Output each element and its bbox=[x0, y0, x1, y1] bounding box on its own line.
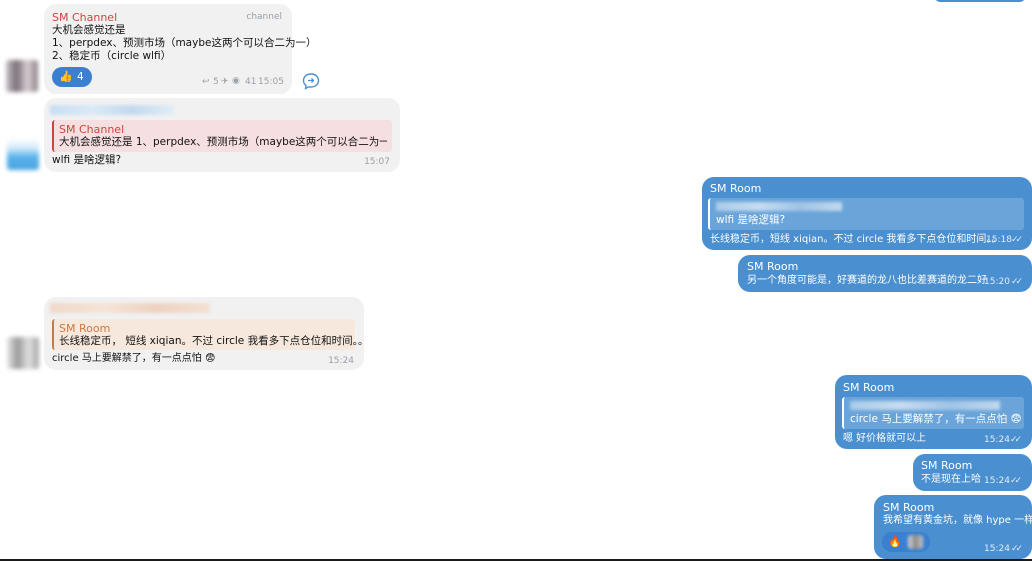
sender-name-blurred bbox=[50, 105, 174, 115]
sender-name[interactable]: SM Room bbox=[883, 501, 934, 514]
reaction-chip[interactable]: 👍 4 bbox=[52, 67, 92, 87]
quote-text: circle 马上要解禁了，有一点点怕 😨 bbox=[850, 413, 1022, 425]
message-bubble[interactable]: SM Room circle 马上要解禁了，有一点点怕 😨 嗯 好价格就可以上 … bbox=[835, 375, 1032, 449]
double-check-icon: ✓✓ bbox=[1011, 544, 1023, 554]
timestamp: 15:20 bbox=[984, 277, 1010, 287]
sender-name[interactable]: SM Room bbox=[710, 182, 761, 195]
avatar[interactable] bbox=[6, 60, 38, 92]
message-text: 嗯 好价格就可以上 bbox=[843, 433, 927, 444]
reply-quote[interactable]: wlfi 是啥逻辑? bbox=[708, 198, 1024, 230]
quote-text: wlfi 是啥逻辑? bbox=[716, 214, 786, 226]
message-bubble[interactable]: SM Room 我希望有黄金坑，就像 hype 一样 🔥 15:24 ✓✓ bbox=[874, 495, 1032, 559]
avatar[interactable] bbox=[7, 337, 39, 369]
timestamp: 15:24 bbox=[984, 435, 1010, 445]
double-check-icon: ✓✓ bbox=[1010, 476, 1022, 486]
timestamp: 15:18 bbox=[986, 235, 1012, 245]
message-bubble[interactable]: SM Channel 大机会感觉还是 1、perpdex、预测市场（maybe这… bbox=[44, 98, 400, 172]
reply-quote[interactable]: SM Room 长线稳定币， 短线 xiqian。不过 circle 我看多下点… bbox=[52, 319, 368, 350]
channel-tag: channel bbox=[246, 12, 282, 22]
timestamp: 15:24 bbox=[984, 544, 1010, 554]
thumbs-up-icon: 👍 bbox=[59, 70, 73, 83]
comments-icon[interactable] bbox=[302, 72, 320, 90]
message-text: 我希望有黄金坑，就像 hype 一样 bbox=[883, 515, 1032, 526]
timestamp: 15:24 bbox=[328, 356, 354, 366]
channel-post-bubble[interactable]: SM Channel channel 大机会感觉还是 1、perpdex、预测市… bbox=[44, 4, 316, 94]
quote-sender-blurred bbox=[716, 202, 842, 211]
sender-name-blurred bbox=[50, 303, 210, 313]
timestamp: 15:07 bbox=[364, 157, 390, 167]
message-bubble[interactable]: SM Room wlfi 是啥逻辑? 长线稳定币，短线 xiqian。不过 ci… bbox=[702, 177, 1032, 250]
sender-name[interactable]: SM Channel bbox=[52, 11, 117, 24]
sender-name[interactable]: SM Room bbox=[921, 459, 972, 472]
quote-text: 大机会感觉还是 1、perpdex、预测市场（maybe这两个可以合二为一... bbox=[59, 136, 387, 148]
message-bubble[interactable]: SM Room 不是现在上哈 15:24 ✓✓ bbox=[913, 454, 1032, 491]
quote-text: 长线稳定币， 短线 xiqian。不过 circle 我看多下点仓位和时间。。 bbox=[59, 335, 369, 347]
message-text: 长线稳定币，短线 xiqian。不过 circle 我看多下点仓位和时间。。 bbox=[710, 234, 1002, 245]
message-line: 大机会感觉还是 bbox=[52, 24, 126, 36]
fire-icon: 🔥 bbox=[888, 535, 902, 548]
reactor-avatar bbox=[908, 535, 923, 549]
message-text: 不是现在上哈 bbox=[921, 474, 981, 485]
view-count: 41 bbox=[245, 77, 257, 87]
quote-sender: SM Room bbox=[59, 322, 111, 335]
quote-sender-blurred bbox=[850, 401, 1000, 410]
message-line: 1、perpdex、预测市场（maybe这两个可以合二为一） bbox=[52, 37, 317, 49]
double-check-icon: ✓✓ bbox=[1011, 277, 1023, 287]
partial-bubble-top bbox=[935, 0, 1025, 2]
reply-quote[interactable]: circle 马上要解禁了，有一点点怕 😨 bbox=[842, 397, 1024, 429]
timestamp: 15:05 bbox=[258, 77, 284, 87]
pin-icon: ✈ bbox=[221, 77, 229, 87]
sender-name[interactable]: SM Room bbox=[843, 381, 894, 394]
reaction-chip[interactable]: 🔥 bbox=[882, 532, 930, 552]
double-check-icon: ✓✓ bbox=[1010, 435, 1022, 445]
message-text: wlfi 是啥逻辑? bbox=[52, 154, 122, 166]
reply-quote[interactable]: SM Channel 大机会感觉还是 1、perpdex、预测市场（maybe这… bbox=[52, 120, 392, 152]
reaction-count: 4 bbox=[77, 71, 84, 83]
double-check-icon: ✓✓ bbox=[1011, 235, 1023, 245]
message-bubble[interactable]: SM Room 长线稳定币， 短线 xiqian。不过 circle 我看多下点… bbox=[44, 297, 368, 370]
timestamp: 15:24 bbox=[984, 476, 1010, 486]
message-text: 另一个角度可能是，好赛道的龙八也比差赛道的龙二好 bbox=[747, 275, 987, 286]
avatar[interactable] bbox=[7, 138, 39, 170]
quote-sender: SM Channel bbox=[59, 123, 125, 136]
sender-name[interactable]: SM Room bbox=[747, 260, 798, 273]
message-bubble[interactable]: SM Room 另一个角度可能是，好赛道的龙八也比差赛道的龙二好 15:20 ✓… bbox=[738, 255, 1032, 292]
reply-count: 5 bbox=[213, 77, 219, 87]
reply-icon: ↩ bbox=[202, 77, 210, 87]
message-line: 2、稳定币（circle wlfi） bbox=[52, 50, 172, 62]
message-text: circle 马上要解禁了，有一点点怕 😨 bbox=[52, 353, 216, 364]
eye-icon: ◉ bbox=[232, 76, 240, 86]
